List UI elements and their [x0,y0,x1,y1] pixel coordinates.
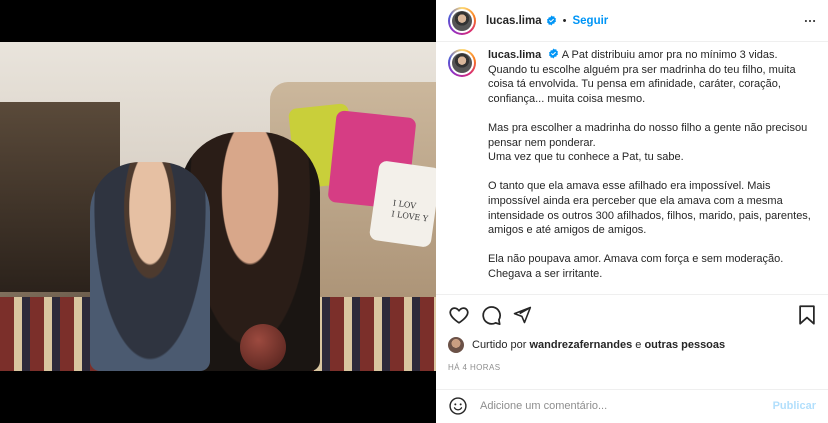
comment-icon[interactable] [480,304,502,326]
verified-badge-icon [549,48,559,59]
caption-paragraph-3: O tanto que ela amava esse afilhado era … [488,180,811,237]
comment-input[interactable] [480,400,773,412]
header-separator: • [562,14,567,27]
caption-text: lucas.lima A Pat distribuiu amor pra no … [488,48,814,282]
post-photo[interactable]: I LOV I LOVE Y [0,42,436,371]
post-sidebar: lucas.lima • Seguir lucas.lima A Pat dis… [436,0,828,423]
liker-avatar[interactable] [448,337,464,353]
heart-icon[interactable] [448,304,470,326]
author-username[interactable]: lucas.lima [486,15,542,27]
photo-ball [240,324,286,370]
actions-section: Curtido por wandrezafernandes e outras p… [436,294,828,421]
author-avatar[interactable] [448,6,476,35]
caption-paragraph-1: lucas.lima A Pat distribuiu amor pra no … [488,48,814,106]
photo-boy [90,162,210,371]
emoji-icon[interactable] [448,396,468,416]
media-pane: I LOV I LOVE Y [0,0,436,423]
verified-badge-icon [546,15,556,26]
action-icons [448,304,818,326]
caption-area: lucas.lima A Pat distribuiu amor pra no … [436,42,828,294]
caption-paragraph-2: Mas pra escolher a madrinha do nosso fil… [488,121,808,164]
follow-button[interactable]: Seguir [572,15,608,27]
post-modal: I LOV I LOVE Y lucas.lima • Seguir lucas… [0,0,828,423]
likes-prefix: Curtido por [472,339,527,351]
comment-composer: Publicar [436,389,828,422]
likes-user[interactable]: wandrezafernandes [529,339,632,351]
post-header: lucas.lima • Seguir [436,0,828,42]
send-icon[interactable] [512,304,532,326]
caption-author-avatar[interactable] [448,49,476,77]
post-timestamp[interactable]: HÁ 4 HORAS [448,363,500,372]
caption-paragraph-4: Ela não poupava amor. Amava com força e … [488,253,784,280]
likes-others[interactable]: outras pessoas [644,339,725,351]
more-horizontal-icon[interactable] [802,14,818,28]
bookmark-icon[interactable] [796,304,818,326]
caption-username[interactable]: lucas.lima [488,49,541,61]
caption-row: lucas.lima A Pat distribuiu amor pra no … [448,48,816,282]
likes-summary: Curtido por wandrezafernandes e outras p… [448,337,725,353]
likes-connector: e [635,339,642,351]
publish-button[interactable]: Publicar [773,400,816,412]
